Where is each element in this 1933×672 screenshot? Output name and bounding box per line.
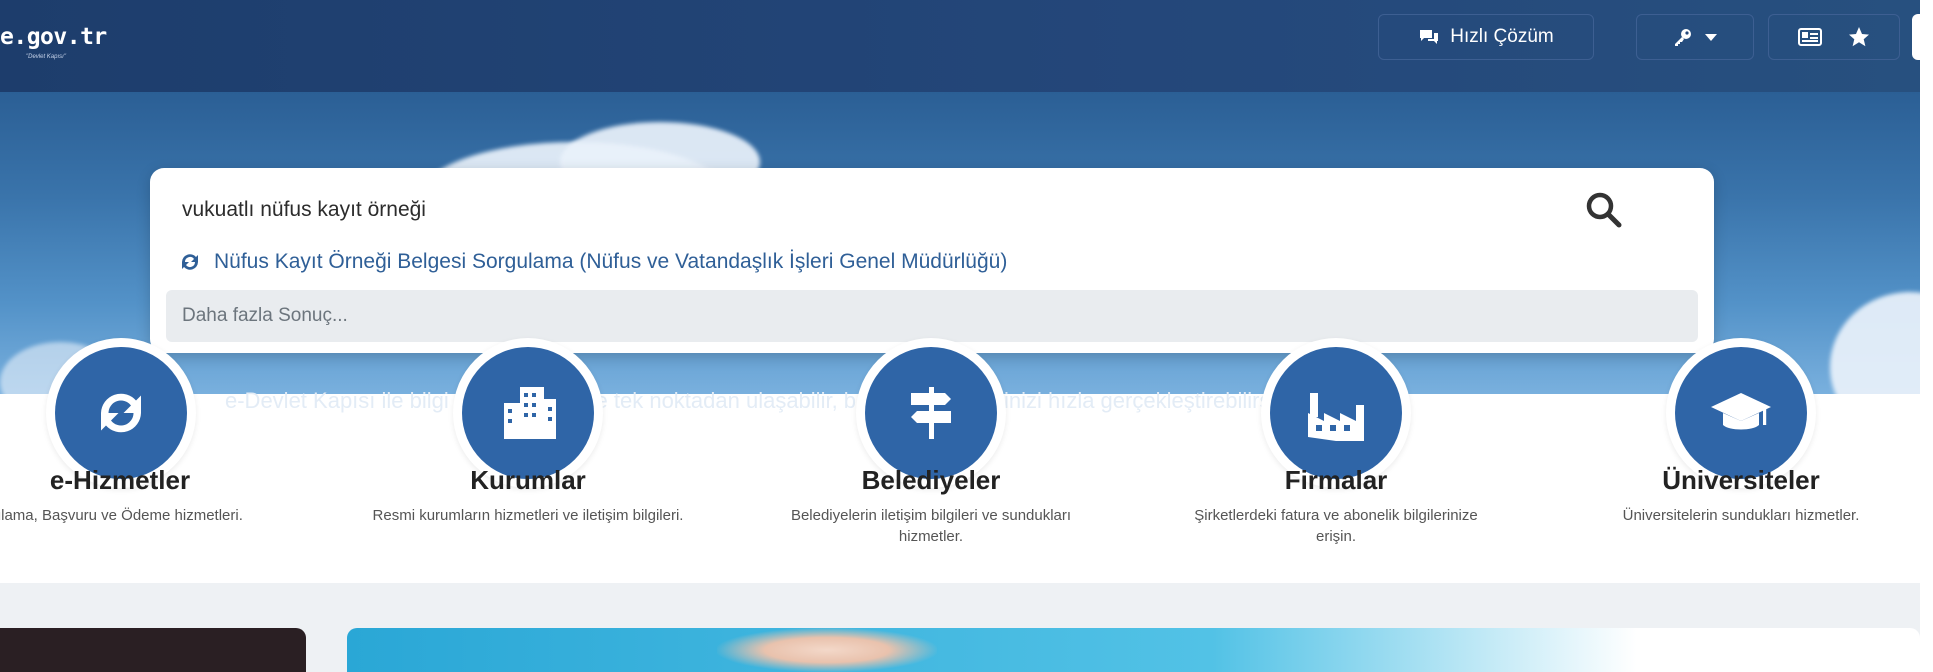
- id-card-icon[interactable]: [1798, 28, 1822, 46]
- category-title[interactable]: Belediyeler: [751, 465, 1111, 496]
- search-suggestion-text[interactable]: Nüfus Kayıt Örneği Belgesi Sorgulama (Nü…: [214, 250, 1007, 274]
- graduation-cap-icon: [1711, 393, 1771, 430]
- search-icon[interactable]: [1582, 188, 1626, 232]
- cloud-decoration: [1830, 292, 1920, 394]
- key-icon: [1675, 29, 1691, 46]
- dark-promo-card[interactable]: [0, 628, 306, 672]
- refresh-icon: [182, 254, 198, 270]
- building-icon: [504, 387, 556, 439]
- search-input[interactable]: [182, 188, 1562, 232]
- category-title[interactable]: e-Hizmetler: [0, 465, 300, 496]
- quick-solution-label: Hızlı Çözüm: [1450, 26, 1554, 47]
- quick-solution-button[interactable]: Hızlı Çözüm: [1378, 14, 1594, 60]
- logo-subtext: "Devlet Kapısı": [26, 54, 66, 60]
- caret-down-icon: [1705, 34, 1717, 41]
- id-card-star-button[interactable]: [1768, 14, 1900, 60]
- search-panel: Nüfus Kayıt Örneği Belgesi Sorgulama (Nü…: [150, 168, 1714, 353]
- logo-text[interactable]: e.gov.tr: [0, 24, 107, 50]
- category-title[interactable]: Üniversiteler: [1561, 465, 1921, 496]
- chat-icon: [1420, 30, 1439, 44]
- category-description: Belediyelerin iletişim bilgileri ve sund…: [790, 507, 1072, 545]
- category-title[interactable]: Firmalar: [1156, 465, 1516, 496]
- page-edge: [1920, 0, 1933, 672]
- banner-image: [717, 628, 937, 672]
- refresh-icon: [101, 393, 141, 433]
- category-description: Şirketlerdeki fatura ve abonelik bilgile…: [1194, 507, 1478, 545]
- factory-icon: [1308, 393, 1364, 441]
- signpost-icon: [911, 387, 951, 439]
- star-icon[interactable]: [1848, 26, 1870, 48]
- category-description: Sorgulama, Başvuru ve Ödeme hizmetleri.: [0, 507, 243, 524]
- top-navbar: e.gov.tr "Devlet Kapısı" Hızlı Çözüm: [0, 0, 1933, 92]
- more-results-link[interactable]: Daha fazla Sonuç...: [166, 290, 1698, 342]
- promo-banner[interactable]: [347, 628, 1920, 672]
- login-dropdown-button[interactable]: [1636, 14, 1754, 60]
- category-description: Üniversitelerin sundukları hizmetler.: [1622, 507, 1860, 524]
- search-suggestion[interactable]: Nüfus Kayıt Örneği Belgesi Sorgulama (Nü…: [178, 250, 1007, 274]
- category-title[interactable]: Kurumlar: [348, 465, 708, 496]
- category-description: Resmi kurumların hizmetleri ve iletişim …: [372, 507, 684, 524]
